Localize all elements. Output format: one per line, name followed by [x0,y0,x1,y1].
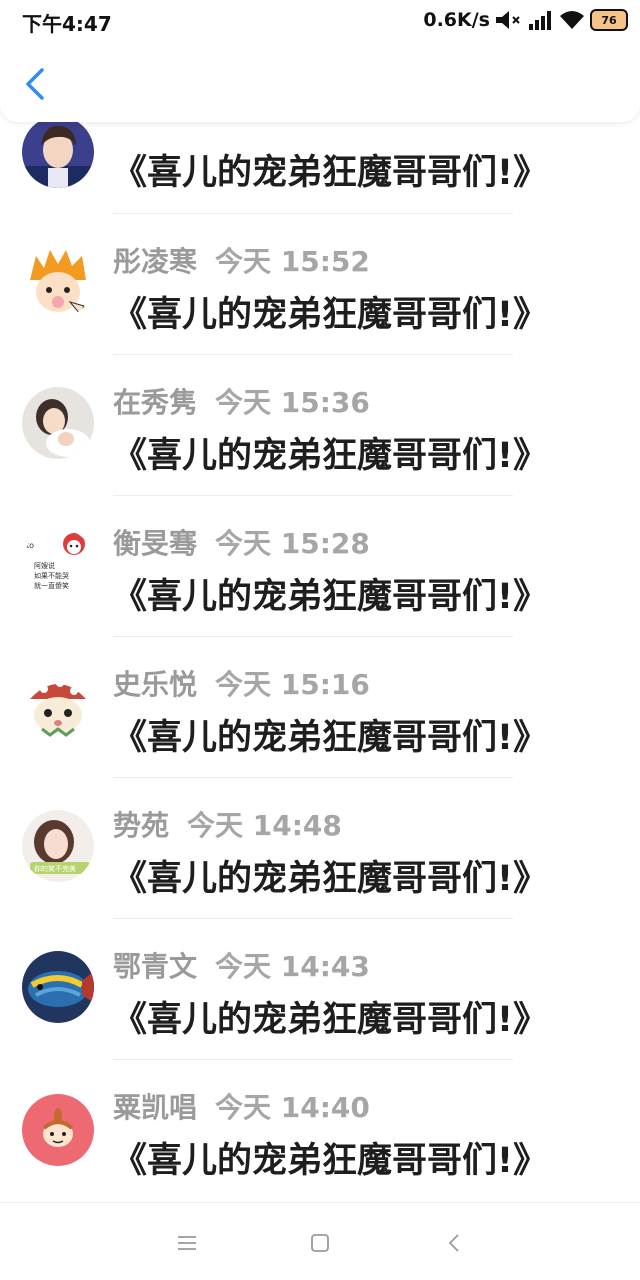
svg-text:to: to [26,541,34,550]
avatar-boy-photo-icon [22,116,94,188]
comment-list[interactable]: 《喜儿的宠弟狂魔哥哥们!》 彤凌寒 今天 15:52 《喜儿的宠弟狂魔哥哥们!》 [0,0,640,1200]
mute-icon [496,11,520,29]
status-time: 下午4:47 [22,12,112,36]
nav-back-button[interactable] [434,1225,474,1261]
back-button[interactable] [18,64,54,104]
comment-title: 《喜儿的宠弟狂魔哥哥们!》 [112,1141,548,1181]
sticker-text: 如果不能哭 [34,571,69,580]
avatar-girl-photo-icon [22,387,94,459]
home-button[interactable] [300,1225,340,1261]
comment-title: 《喜儿的宠弟狂魔哥哥们!》 [112,859,548,899]
list-item[interactable]: 你的笑不完美 势苑 今天 14:48 《喜儿的宠弟狂魔哥哥们!》 [0,778,640,919]
back-triangle-icon [448,1234,459,1252]
commenter-name: 鄂青文 [113,950,198,983]
comment-meta: 衡旻骞 今天 15:28 [113,522,370,562]
status-bar: 下午4:47 0.6K/s 76 [0,0,640,40]
sticker-text: 你的笑不完美 [34,864,76,873]
comment-time: 今天 15:16 [215,668,370,701]
battery-icon: 76 [590,9,628,31]
list-item[interactable]: 彤凌寒 今天 15:52 《喜儿的宠弟狂魔哥哥们!》 [0,214,640,355]
avatar-little-my-cartoon-icon [22,1094,94,1166]
avatar[interactable]: to 阿嫂说 如果不能哭 就一直傻笑 [22,528,94,600]
avatar-hamster-cartoon-icon [22,669,94,741]
comment-meta: 势苑 今天 14:48 [113,804,342,844]
avatar[interactable] [22,669,94,741]
list-item[interactable]: 粟凯唱 今天 14:40 《喜儿的宠弟狂魔哥哥们!》 [0,1060,640,1200]
comment-time: 今天 15:52 [215,245,370,278]
list-item[interactable]: 在秀隽 今天 15:36 《喜儿的宠弟狂魔哥哥们!》 [0,355,640,496]
commenter-name: 史乐悦 [113,668,198,701]
avatar-anime-orange-hair-icon [22,246,94,318]
avatar[interactable] [22,116,94,188]
home-square-icon [311,1234,329,1252]
comment-meta: 鄂青文 今天 14:43 [113,945,370,985]
avatar[interactable] [22,246,94,318]
status-icons: 0.6K/s 76 [423,6,628,34]
comment-title: 《喜儿的宠弟狂魔哥哥们!》 [112,1000,548,1040]
wifi-icon [560,11,584,29]
sticker-text: 阿嫂说 [34,561,55,570]
comment-meta: 粟凯唱 今天 14:40 [113,1086,370,1126]
commenter-name: 粟凯唱 [113,1091,198,1124]
commenter-name: 势苑 [113,809,170,842]
comment-title: 《喜儿的宠弟狂魔哥哥们!》 [112,436,548,476]
sticker-text: 就一直傻笑 [34,581,69,590]
comment-meta: 史乐悦 今天 15:16 [113,663,370,703]
comment-title: 《喜儿的宠弟狂魔哥哥们!》 [112,153,548,193]
avatar-text-sticker-icon: to 阿嫂说 如果不能哭 就一直傻笑 [22,528,94,600]
comment-title: 《喜儿的宠弟狂魔哥哥们!》 [112,718,548,758]
comment-meta: 彤凌寒 今天 15:52 [113,240,370,280]
system-nav-bar [0,1202,640,1280]
avatar[interactable] [22,387,94,459]
commenter-name: 衡旻骞 [113,527,198,560]
comment-time: 今天 14:43 [215,950,370,983]
signal-icon [529,11,551,30]
comment-time: 今天 15:28 [215,527,370,560]
menu-button[interactable] [167,1225,207,1261]
header-bar [0,40,640,122]
menu-icon [178,1236,196,1250]
avatar[interactable] [22,1094,94,1166]
comment-time: 今天 14:40 [215,1091,370,1124]
network-speed: 0.6K/s [423,9,490,31]
list-item[interactable]: 史乐悦 今天 15:16 《喜儿的宠弟狂魔哥哥们!》 [0,637,640,778]
avatar[interactable]: 你的笑不完美 [22,810,94,882]
battery-level: 76 [601,13,617,27]
list-item[interactable]: to 阿嫂说 如果不能哭 就一直傻笑 衡旻骞 今天 15:28 《喜儿的宠弟狂魔… [0,496,640,637]
comment-time: 今天 14:48 [187,809,342,842]
comment-time: 今天 15:36 [215,386,370,419]
comment-title: 《喜儿的宠弟狂魔哥哥们!》 [112,577,548,617]
avatar[interactable] [22,951,94,1023]
list-item[interactable]: 鄂青文 今天 14:43 《喜儿的宠弟狂魔哥哥们!》 [0,919,640,1060]
avatar-fish-photo-icon [22,951,94,1023]
comment-title: 《喜儿的宠弟狂魔哥哥们!》 [112,295,548,335]
commenter-name: 在秀隽 [113,386,198,419]
avatar-woman-photo-icon: 你的笑不完美 [22,810,94,882]
commenter-name: 彤凌寒 [113,245,198,278]
chevron-left-icon [26,68,44,100]
comment-meta: 在秀隽 今天 15:36 [113,381,370,421]
